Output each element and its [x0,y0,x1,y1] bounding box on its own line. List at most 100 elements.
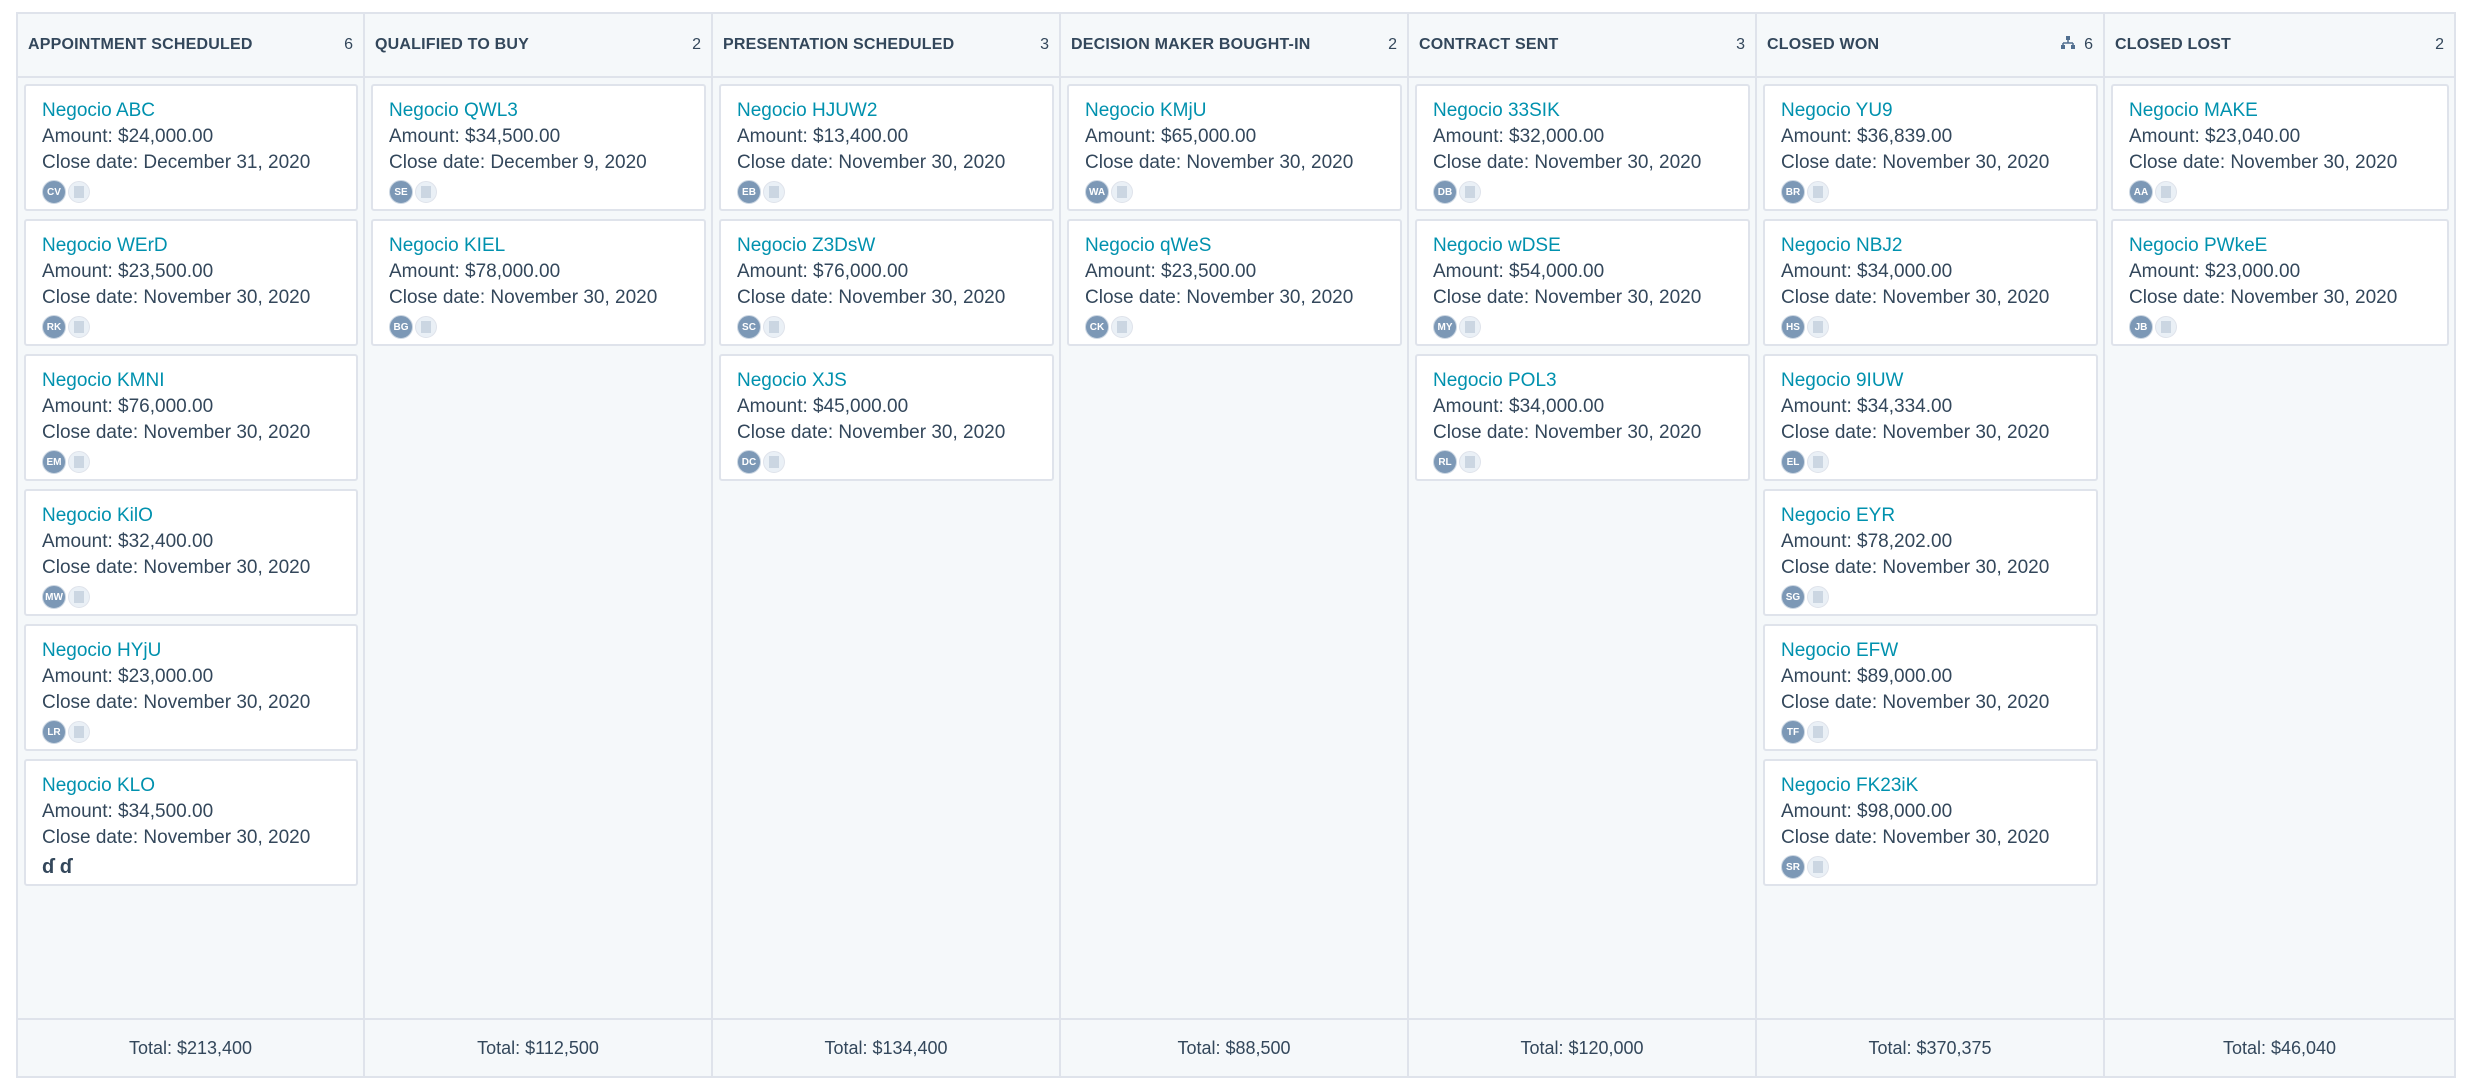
owner-avatar[interactable]: MY [1433,315,1457,339]
deal-card[interactable]: Negocio qWeS Amount: $23,500.00 Close date… [1067,219,1402,346]
company-icon[interactable] [1807,856,1829,878]
deal-name-link[interactable]: Negocio HYjU [42,638,342,664]
deal-name-link[interactable]: Negocio wDSE [1433,233,1734,259]
deal-card[interactable]: Negocio EFW Amount: $89,000.00 Close date:… [1763,624,2098,751]
owner-avatar[interactable]: CV [42,180,66,204]
pipeline-column: PRESENTATION SCHEDULED 3 Negocio HJUW2 Amou… [713,14,1061,1076]
company-icon[interactable] [1459,181,1481,203]
deal-card[interactable]: Negocio PWkeE Amount: $23,000.00 Close dat… [2111,219,2449,346]
deal-card[interactable]: Negocio KMNI Amount: $76,000.00 Close date… [24,354,358,481]
deal-name-link[interactable]: Negocio PWkeE [2129,233,2433,259]
company-icon[interactable] [763,316,785,338]
owner-avatar[interactable]: LR [42,720,66,744]
company-icon[interactable] [1807,586,1829,608]
deal-amount: Amount: $32,400.00 [42,529,342,555]
company-icon[interactable] [2155,181,2177,203]
company-icon[interactable] [2155,316,2177,338]
deal-name-link[interactable]: Negocio EYR [1781,503,2082,529]
company-icon[interactable] [763,181,785,203]
company-icon[interactable] [415,316,437,338]
deal-name-link[interactable]: Negocio XJS [737,368,1038,394]
deal-name-link[interactable]: Negocio 33SIK [1433,98,1734,124]
deal-name-link[interactable]: Negocio KMjU [1085,98,1386,124]
owner-avatar[interactable]: BR [1781,180,1805,204]
deal-card[interactable]: Negocio ABC Amount: $24,000.00 Close date:… [24,84,358,211]
deal-name-link[interactable]: Negocio KLO [42,773,342,799]
deal-card[interactable]: Negocio KIEL Amount: $78,000.00 Close date… [371,219,706,346]
owner-avatar[interactable]: DB [1433,180,1457,204]
deal-card[interactable]: Negocio KMjU Amount: $65,000.00 Close date… [1067,84,1402,211]
deal-name-link[interactable]: Negocio qWeS [1085,233,1386,259]
deal-name-link[interactable]: Negocio ABC [42,98,342,124]
deal-card[interactable]: Negocio 9IUW Amount: $34,334.00 Close date… [1763,354,2098,481]
owner-avatar[interactable]: SG [1781,585,1805,609]
column-header: PRESENTATION SCHEDULED 3 [713,14,1059,78]
deal-name-link[interactable]: Negocio KMNI [42,368,342,394]
owner-avatar[interactable]: JB [2129,315,2153,339]
company-icon[interactable] [1807,721,1829,743]
company-icon[interactable] [68,586,90,608]
company-icon[interactable] [1807,181,1829,203]
deal-card[interactable]: Negocio MAKE Amount: $23,040.00 Close date… [2111,84,2449,211]
owner-avatar[interactable]: HS [1781,315,1805,339]
owner-avatar[interactable]: AA [2129,180,2153,204]
deal-name-link[interactable]: Negocio Z3DsW [737,233,1038,259]
owner-avatar[interactable]: EL [1781,450,1805,474]
deal-card[interactable]: Negocio HJUW2 Amount: $13,400.00 Close dat… [719,84,1054,211]
company-icon[interactable] [1807,316,1829,338]
owner-avatar[interactable]: TF [1781,720,1805,744]
deal-name-link[interactable]: Negocio HJUW2 [737,98,1038,124]
deal-name-link[interactable]: Negocio EFW [1781,638,2082,664]
deal-card[interactable]: Negocio KilO Amount: $32,400.00 Close date… [24,489,358,616]
hierarchy-icon[interactable] [2060,35,2076,55]
deal-card[interactable]: Negocio KLO Amount: $34,500.00 Close date:… [24,759,358,886]
deal-name-link[interactable]: Negocio 9IUW [1781,368,2082,394]
owner-avatar[interactable]: RK [42,315,66,339]
company-icon[interactable] [1807,451,1829,473]
owner-avatar[interactable]: WA [1085,180,1109,204]
deal-name-link[interactable]: Negocio NBJ2 [1781,233,2082,259]
owner-avatar[interactable]: BG [389,315,413,339]
company-icon[interactable] [68,451,90,473]
company-icon[interactable] [1459,316,1481,338]
deal-card[interactable]: Negocio Z3DsW Amount: $76,000.00 Close dat… [719,219,1054,346]
deal-card[interactable]: Negocio XJS Amount: $45,000.00 Close date:… [719,354,1054,481]
deal-name-link[interactable]: Negocio FK23iK [1781,773,2082,799]
company-icon[interactable] [1111,316,1133,338]
deal-close-date: Close date: November 30, 2020 [389,285,690,311]
association-icons[interactable]: ɗ ɗ [42,856,72,879]
deal-card[interactable]: Negocio wDSE Amount: $54,000.00 Close date… [1415,219,1750,346]
company-icon[interactable] [1111,181,1133,203]
company-icon[interactable] [1459,451,1481,473]
owner-avatar[interactable]: SE [389,180,413,204]
deal-card[interactable]: Negocio QWL3 Amount: $34,500.00 Close date… [371,84,706,211]
deal-card[interactable]: Negocio WErD Amount: $23,500.00 Close date… [24,219,358,346]
owner-avatar[interactable]: EM [42,450,66,474]
company-icon[interactable] [68,721,90,743]
company-icon[interactable] [68,316,90,338]
deal-card[interactable]: Negocio 33SIK Amount: $32,000.00 Close dat… [1415,84,1750,211]
owner-avatar[interactable]: SR [1781,855,1805,879]
deal-card[interactable]: Negocio NBJ2 Amount: $34,000.00 Close date… [1763,219,2098,346]
deal-name-link[interactable]: Negocio YU9 [1781,98,2082,124]
owner-avatar[interactable]: RL [1433,450,1457,474]
deal-card[interactable]: Negocio POL3 Amount: $34,000.00 Close date… [1415,354,1750,481]
deal-card[interactable]: Negocio YU9 Amount: $36,839.00 Close date:… [1763,84,2098,211]
deal-card[interactable]: Negocio FK23iK Amount: $98,000.00 Close da… [1763,759,2098,886]
deal-name-link[interactable]: Negocio WErD [42,233,342,259]
company-icon[interactable] [68,181,90,203]
deal-card[interactable]: Negocio HYjU Amount: $23,000.00 Close date… [24,624,358,751]
company-icon[interactable] [415,181,437,203]
deal-name-link[interactable]: Negocio KilO [42,503,342,529]
owner-avatar[interactable]: DC [737,450,761,474]
company-icon[interactable] [763,451,785,473]
deal-card[interactable]: Negocio EYR Amount: $78,202.00 Close date:… [1763,489,2098,616]
owner-avatar[interactable]: EB [737,180,761,204]
owner-avatar[interactable]: MW [42,585,66,609]
deal-name-link[interactable]: Negocio POL3 [1433,368,1734,394]
deal-name-link[interactable]: Negocio KIEL [389,233,690,259]
owner-avatar[interactable]: CK [1085,315,1109,339]
owner-avatar[interactable]: SC [737,315,761,339]
deal-name-link[interactable]: Negocio QWL3 [389,98,690,124]
deal-name-link[interactable]: Negocio MAKE [2129,98,2433,124]
